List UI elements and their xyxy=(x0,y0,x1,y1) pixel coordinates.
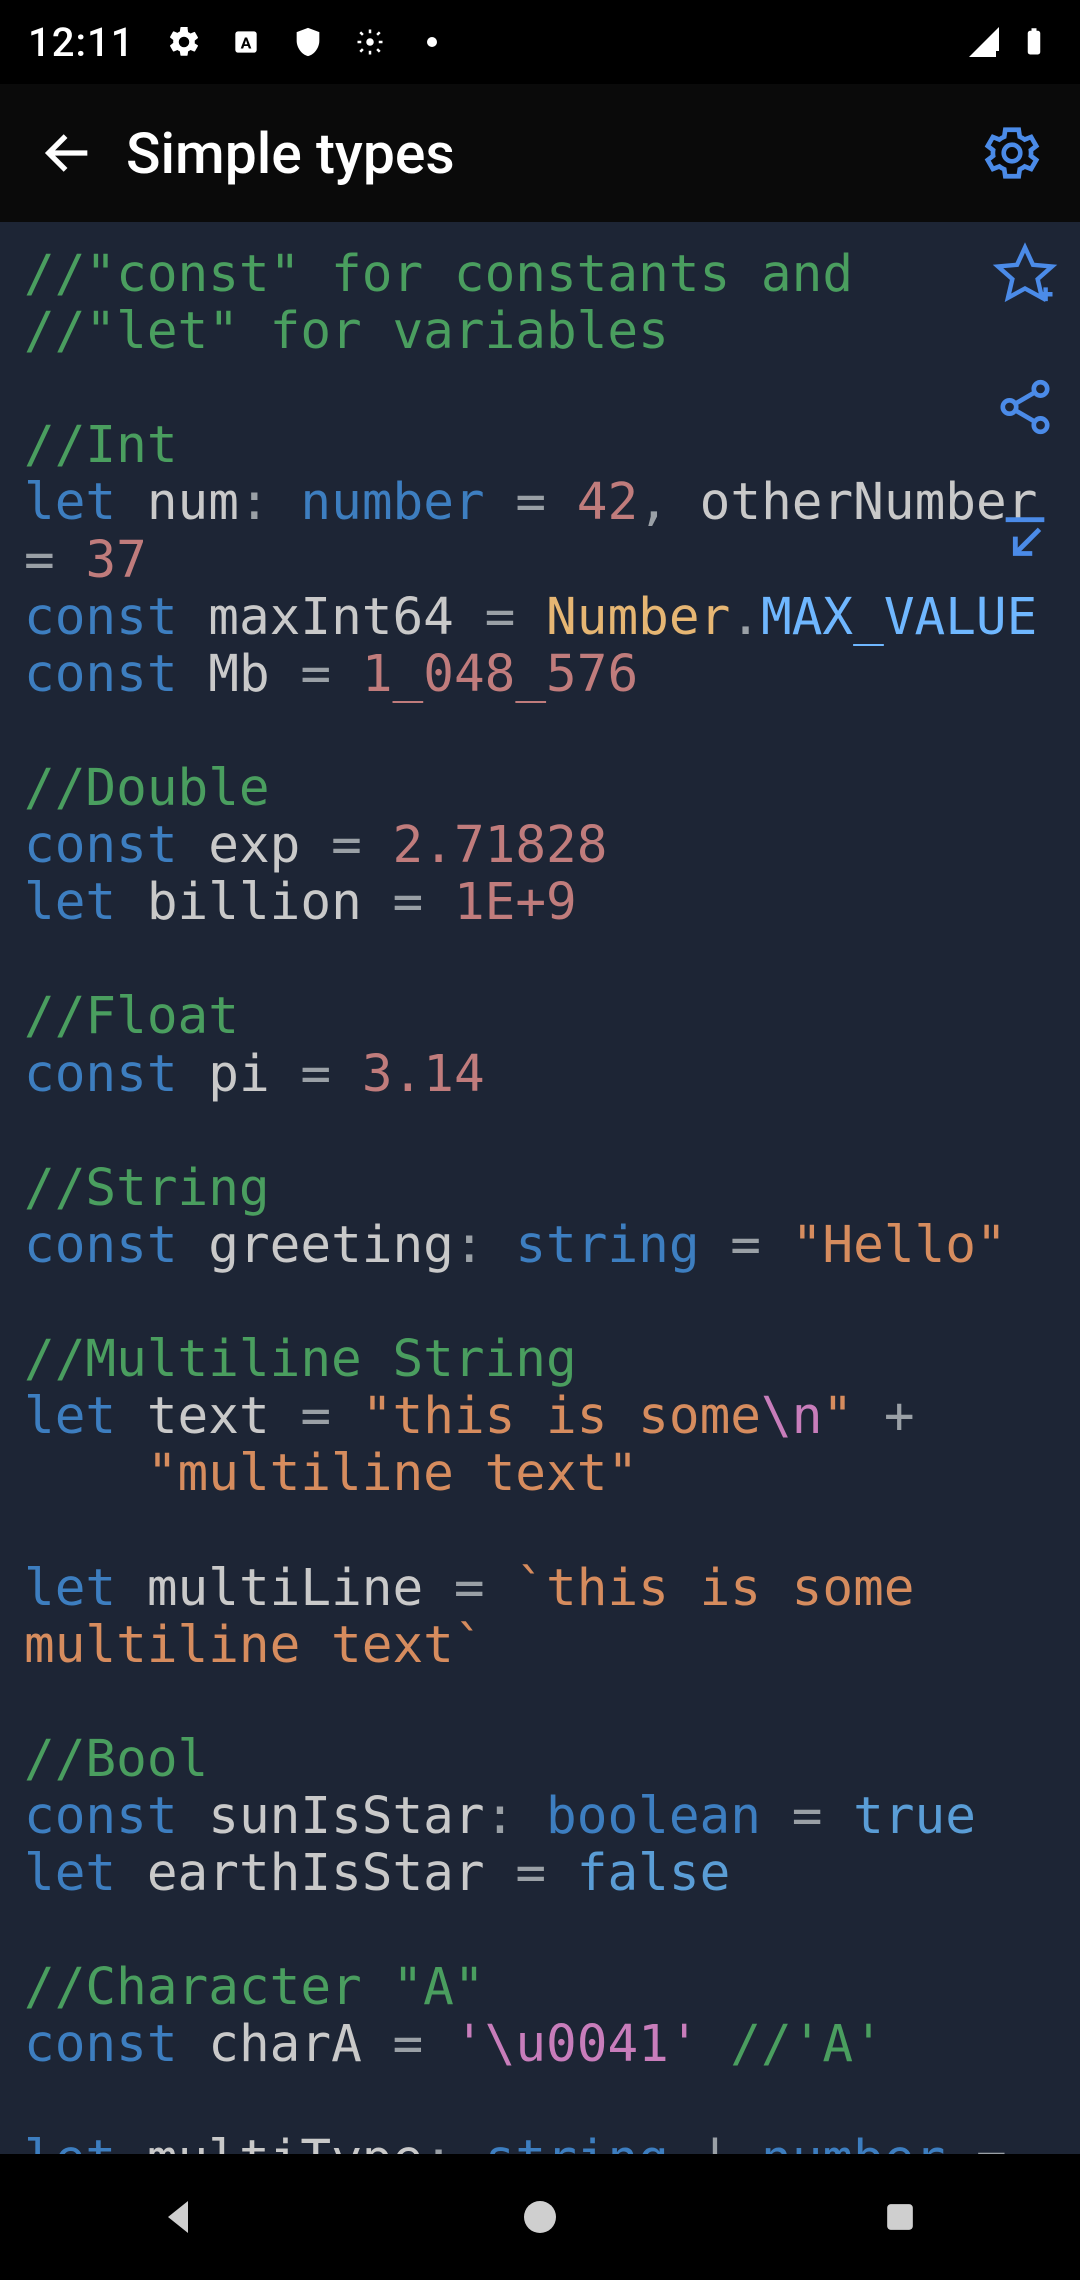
nav-back-button[interactable] xyxy=(130,2167,230,2267)
svg-text:A: A xyxy=(241,34,252,53)
code-viewer[interactable]: //"const" for constants and //"let" for … xyxy=(0,222,1080,2154)
gear-small-icon xyxy=(352,24,388,60)
app-bar: Simple types xyxy=(0,84,1080,222)
share-button[interactable] xyxy=(990,372,1060,442)
collapse-button[interactable] xyxy=(990,504,1060,574)
shield-icon xyxy=(290,24,326,60)
battery-icon xyxy=(1016,24,1052,60)
favorite-button[interactable] xyxy=(990,240,1060,310)
nav-recent-button[interactable] xyxy=(850,2167,950,2267)
android-nav-bar xyxy=(0,2154,1080,2280)
card-icon: A xyxy=(228,24,264,60)
android-status-bar: 12:11 A xyxy=(0,0,1080,84)
dot-icon xyxy=(414,24,450,60)
status-left: 12:11 A xyxy=(28,19,450,66)
page-title: Simple types xyxy=(126,120,964,187)
signal-icon xyxy=(966,24,1002,60)
code-actions xyxy=(990,240,1060,574)
status-right xyxy=(966,24,1052,60)
settings-button[interactable] xyxy=(964,105,1060,201)
back-button[interactable] xyxy=(20,105,116,201)
clock: 12:11 xyxy=(28,19,134,66)
code-content: //"const" for constants and //"let" for … xyxy=(24,246,1060,2154)
nav-home-button[interactable] xyxy=(490,2167,590,2267)
gear-icon xyxy=(166,24,202,60)
